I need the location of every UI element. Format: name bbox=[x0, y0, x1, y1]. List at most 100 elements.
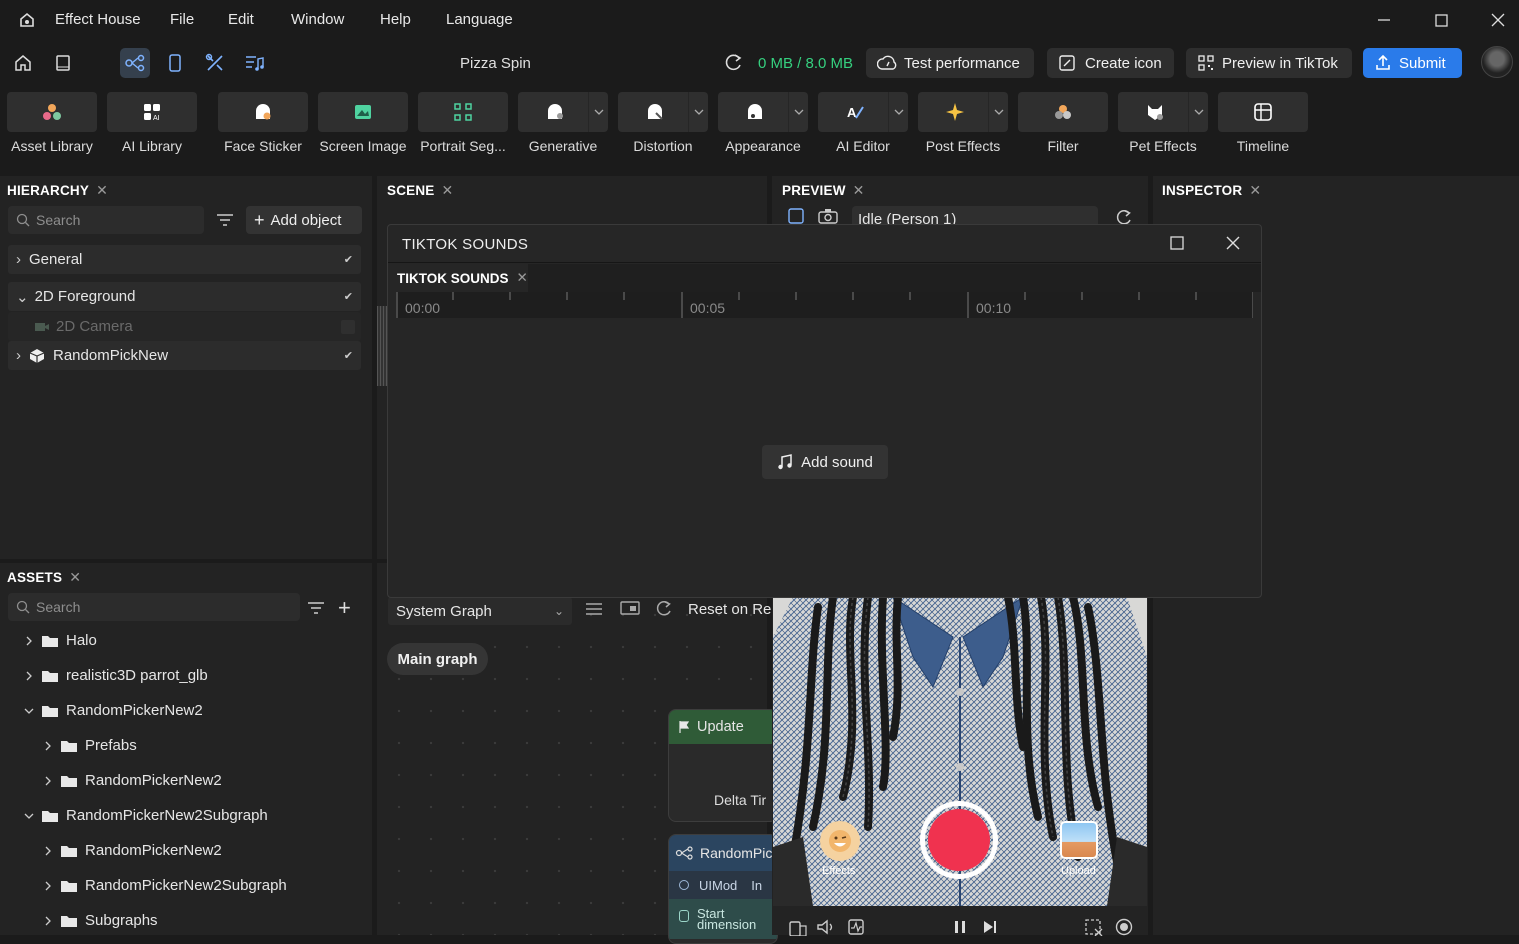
pause-icon[interactable] bbox=[952, 918, 968, 936]
tool-button[interactable] bbox=[1018, 92, 1108, 132]
submit-button[interactable]: Submit bbox=[1363, 48, 1462, 78]
timeline-ruler[interactable]: 00:00 00:05 00:10 bbox=[396, 292, 1253, 318]
menu-file[interactable]: File bbox=[170, 11, 194, 28]
hierarchy-tab[interactable]: HIERARCHY ✕ bbox=[7, 182, 108, 199]
asset-folder-item[interactable]: Subgraphs bbox=[43, 912, 158, 929]
tool-face-sticker[interactable]: Face Sticker bbox=[218, 92, 308, 154]
chevron-right-icon[interactable] bbox=[43, 881, 53, 891]
asset-folder-item[interactable]: Halo bbox=[24, 632, 97, 649]
asset-folder-item[interactable]: Prefabs bbox=[43, 737, 137, 754]
close-tab-icon[interactable]: ✕ bbox=[1249, 182, 1261, 198]
close-icon[interactable] bbox=[1226, 236, 1240, 250]
volume-icon[interactable] bbox=[816, 918, 838, 936]
asset-folder-item[interactable]: RandomPickerNew2Subgraph bbox=[43, 877, 287, 894]
tools-icon[interactable] bbox=[200, 48, 230, 78]
tool-button[interactable] bbox=[418, 92, 508, 132]
chevron-right-icon[interactable] bbox=[43, 846, 53, 856]
tool-button[interactable]: A bbox=[818, 92, 908, 132]
tablet-icon[interactable] bbox=[48, 48, 78, 78]
chevron-down-icon[interactable] bbox=[788, 92, 808, 132]
tool-button[interactable] bbox=[518, 92, 608, 132]
tool-filter[interactable]: Filter bbox=[1018, 92, 1108, 154]
close-tab-icon[interactable]: ✕ bbox=[96, 182, 108, 198]
start-dimension-port[interactable]: Start dimension bbox=[669, 899, 777, 939]
preview-tab[interactable]: PREVIEW ✕ bbox=[782, 182, 865, 199]
clear-selection-icon[interactable] bbox=[1084, 918, 1104, 936]
chevron-right-icon[interactable] bbox=[43, 916, 53, 926]
sort-icon[interactable] bbox=[307, 600, 325, 616]
close-tab-icon[interactable]: ✕ bbox=[853, 182, 865, 198]
chevron-down-icon[interactable] bbox=[1188, 92, 1208, 132]
chevron-right-icon[interactable]: › bbox=[16, 347, 21, 364]
visibility-check-icon[interactable]: ✔ bbox=[344, 253, 353, 266]
chevron-right-icon[interactable]: › bbox=[16, 251, 21, 268]
close-icon[interactable] bbox=[1486, 8, 1510, 32]
tool-distortion[interactable]: Distortion bbox=[618, 92, 708, 154]
tool-button[interactable] bbox=[618, 92, 708, 132]
tool-button[interactable] bbox=[1218, 92, 1308, 132]
chevron-down-icon[interactable] bbox=[688, 92, 708, 132]
uimod-port[interactable]: UIMod In bbox=[669, 871, 777, 899]
create-icon-button[interactable]: Create icon bbox=[1047, 48, 1174, 78]
chevron-right-icon[interactable] bbox=[43, 741, 53, 751]
close-tab-icon[interactable]: ✕ bbox=[69, 569, 81, 585]
visibility-check-icon[interactable]: ✔ bbox=[344, 290, 353, 303]
tool-button[interactable] bbox=[1118, 92, 1208, 132]
maximize-icon[interactable] bbox=[1170, 236, 1184, 250]
add-asset-icon[interactable]: + bbox=[338, 595, 351, 621]
refresh-icon[interactable] bbox=[722, 52, 744, 74]
chevron-down-icon[interactable] bbox=[24, 811, 34, 821]
assets-tab[interactable]: ASSETS ✕ bbox=[7, 569, 81, 586]
record-indicator-icon[interactable] bbox=[1114, 918, 1134, 936]
hierarchy-row-general[interactable]: › General ✔ bbox=[8, 245, 361, 274]
filter-icon[interactable] bbox=[216, 212, 234, 228]
tool-screen-image[interactable]: Screen Image bbox=[318, 92, 408, 154]
chevron-right-icon[interactable] bbox=[24, 636, 34, 646]
main-graph-tab[interactable]: Main graph bbox=[387, 643, 488, 675]
randompicker-node[interactable]: RandomPic UIMod In Start dimension bbox=[668, 834, 778, 944]
tool-button[interactable] bbox=[218, 92, 308, 132]
menu-help[interactable]: Help bbox=[380, 11, 411, 28]
maximize-icon[interactable] bbox=[1429, 8, 1453, 32]
asset-folder-item[interactable]: RandomPickerNew2 bbox=[24, 702, 203, 719]
assets-search-input[interactable]: Search bbox=[8, 593, 300, 621]
tool-ai-editor[interactable]: A AI Editor bbox=[818, 92, 908, 154]
chevron-right-icon[interactable] bbox=[24, 671, 34, 681]
chevron-down-icon[interactable] bbox=[988, 92, 1008, 132]
tool-asset-library[interactable]: Asset Library bbox=[7, 92, 97, 154]
reset-on-record-label[interactable]: Reset on Re bbox=[688, 601, 771, 618]
tool-button[interactable] bbox=[7, 92, 97, 132]
panel-layout-icon[interactable] bbox=[620, 600, 640, 616]
tool-button[interactable]: AI bbox=[107, 92, 197, 132]
menu-language[interactable]: Language bbox=[446, 11, 513, 28]
graph-view-icon[interactable] bbox=[120, 48, 150, 78]
asset-folder-item[interactable]: RandomPickerNew2Subgraph bbox=[24, 807, 268, 824]
chevron-down-icon[interactable] bbox=[24, 706, 34, 716]
tool-pet-effects[interactable]: Pet Effects bbox=[1118, 92, 1208, 154]
scene-tab[interactable]: SCENE ✕ bbox=[387, 182, 453, 199]
home-icon[interactable] bbox=[8, 48, 38, 78]
add-sound-button[interactable]: Add sound bbox=[762, 445, 888, 479]
avatar[interactable] bbox=[1481, 46, 1513, 78]
menu-edit[interactable]: Edit bbox=[228, 11, 254, 28]
asset-folder-item[interactable]: RandomPickerNew2 bbox=[43, 772, 222, 789]
effects-icon[interactable] bbox=[820, 821, 860, 861]
add-object-button[interactable]: + Add object bbox=[246, 206, 362, 234]
tool-button[interactable] bbox=[918, 92, 1008, 132]
record-button[interactable] bbox=[920, 801, 998, 879]
asset-folder-item[interactable]: realistic3D parrot_glb bbox=[24, 667, 208, 684]
hierarchy-row-2d-foreground[interactable]: ⌄ 2D Foreground ✔ bbox=[8, 282, 361, 311]
list-icon[interactable] bbox=[585, 601, 603, 617]
tool-ai-library[interactable]: AI AI Library bbox=[107, 92, 197, 154]
audio-list-icon[interactable] bbox=[240, 48, 270, 78]
rotate-device-icon[interactable] bbox=[788, 918, 808, 936]
chevron-down-icon[interactable]: ⌄ bbox=[16, 288, 29, 306]
chevron-right-icon[interactable] bbox=[43, 776, 53, 786]
preview-in-tiktok-button[interactable]: Preview in TikTok bbox=[1186, 48, 1352, 78]
tool-post-effects[interactable]: Post Effects bbox=[918, 92, 1008, 154]
upload-icon[interactable] bbox=[1060, 821, 1098, 859]
tool-button[interactable] bbox=[318, 92, 408, 132]
delta-time-port[interactable]: Delta Tir bbox=[714, 792, 766, 808]
minimize-icon[interactable] bbox=[1372, 8, 1396, 32]
tiktok-sounds-tab[interactable]: TIKTOK SOUNDS ✕ bbox=[388, 264, 528, 292]
